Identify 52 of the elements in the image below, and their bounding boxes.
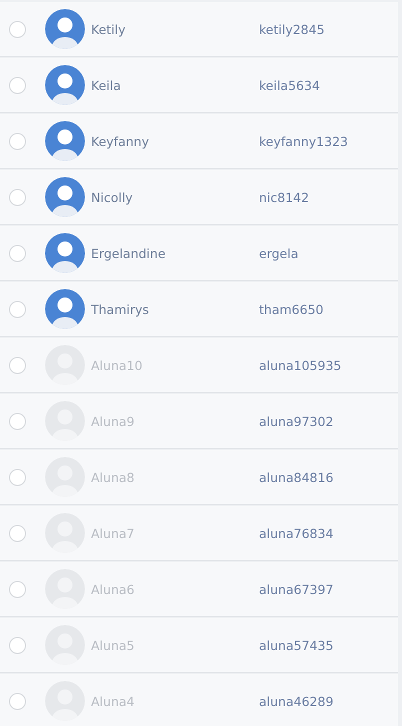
username: aluna84816 [259,470,334,484]
user-row[interactable]: Aluna8 aluna84816 [0,450,398,505]
user-row[interactable]: Ketily ketily2845 [0,2,398,57]
user-name: Aluna6 [91,582,136,596]
user-row[interactable]: Aluna9 aluna97302 [0,394,398,449]
user-name: Keyfanny [91,134,150,148]
user-name: Nicolly [91,190,134,204]
select-radio[interactable] [9,188,26,206]
user-name: Aluna5 [91,638,136,652]
user-row[interactable]: Thamirys tham6650 [0,282,398,337]
select-radio[interactable] [9,692,26,710]
user-row[interactable]: Nicolly nic8142 [0,170,398,225]
user-row[interactable]: Aluna4 aluna46289 [0,674,398,726]
user-row[interactable]: Aluna5 aluna57435 [0,618,398,673]
select-radio[interactable] [9,20,26,38]
username: ergela [259,246,298,260]
username: nic8142 [259,190,310,204]
user-name: Ketily [91,22,127,36]
select-radio[interactable] [9,412,26,430]
username: ketily2845 [259,22,325,36]
username: keila5634 [259,78,320,92]
user-row[interactable]: Keila keila5634 [0,58,398,113]
select-radio[interactable] [9,468,26,486]
user-name: Aluna9 [91,414,136,428]
user-row[interactable]: Aluna7 aluna76834 [0,506,398,561]
user-row[interactable]: Ergelandine ergela [0,226,398,281]
username: aluna67397 [259,582,334,596]
username: tham6650 [259,302,324,316]
username: aluna57435 [259,638,334,652]
select-radio[interactable] [9,580,26,598]
user-row[interactable]: Keyfanny keyfanny1323 [0,114,398,169]
user-row[interactable]: Aluna6 aluna67397 [0,562,398,617]
username: aluna105935 [259,358,342,372]
user-name: Aluna8 [91,470,136,484]
username: aluna46289 [259,694,334,708]
username: keyfanny1323 [259,134,348,148]
select-radio[interactable] [9,132,26,150]
user-name: Ergelandine [91,246,167,260]
select-radio[interactable] [9,524,26,542]
user-name: Aluna7 [91,526,136,540]
select-radio[interactable] [9,300,26,318]
username: aluna97302 [259,414,334,428]
select-radio[interactable] [9,356,26,374]
select-radio[interactable] [9,636,26,654]
select-radio[interactable] [9,244,26,262]
user-name: Thamirys [91,302,150,316]
username: aluna76834 [259,526,334,540]
select-radio[interactable] [9,76,26,94]
user-name: Keila [91,78,122,92]
user-name: Aluna10 [91,358,144,372]
user-row[interactable]: Aluna10 aluna105935 [0,338,398,393]
user-name: Aluna4 [91,694,136,708]
